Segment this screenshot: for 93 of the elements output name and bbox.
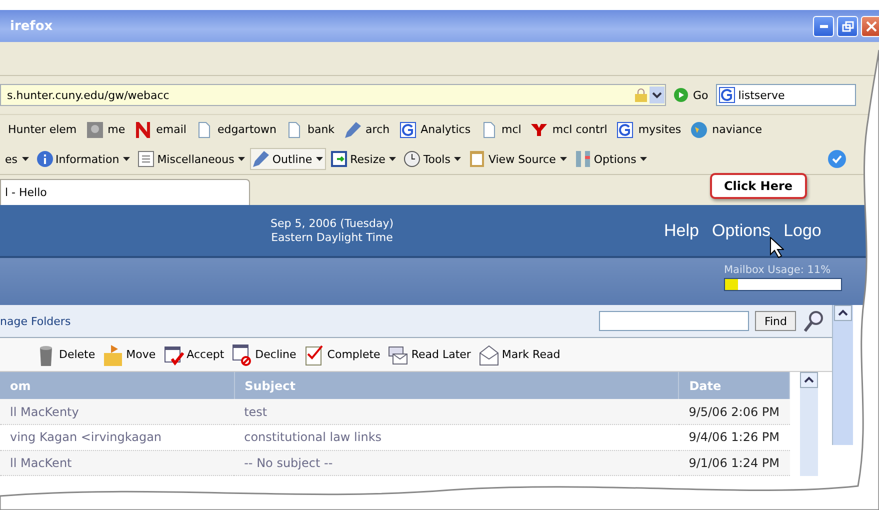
address-field[interactable]: s.hunter.cuny.edu/gw/webacc [0, 84, 666, 106]
bookmark-link[interactable]: Analytics [420, 123, 471, 136]
bookmark-link[interactable]: mcl contrl [552, 123, 608, 136]
dropdown-caret-icon[interactable] [123, 157, 130, 161]
header-link[interactable]: Logo [784, 220, 822, 240]
open-envelope-icon [478, 344, 499, 366]
toolbar-menu[interactable]: Options [572, 148, 650, 170]
action-button[interactable]: Complete [302, 344, 382, 366]
action-button[interactable]: Delete [34, 344, 98, 366]
scroll-up-icon[interactable] [834, 305, 852, 321]
minimize-icon [820, 24, 828, 28]
restore-icon [842, 20, 854, 32]
check-circle-icon[interactable] [828, 150, 846, 168]
toolbar-menu[interactable]: View Source [466, 148, 570, 170]
manage-folders-link[interactable]: nage Folders [0, 314, 71, 328]
g-logo-icon [719, 87, 736, 103]
clipboard-icon[interactable] [469, 151, 486, 167]
toolbar-menu[interactable]: Information [34, 148, 134, 170]
mouse-cursor-icon [770, 237, 784, 258]
g-logo-icon[interactable] [617, 122, 634, 138]
date-text: Sep 5, 2006 (Tuesday) [270, 216, 394, 230]
action-button[interactable]: Mark Read [476, 344, 562, 366]
page-icon[interactable] [480, 122, 497, 138]
list-icon[interactable] [138, 151, 154, 167]
toolbar-menu[interactable]: Outline [250, 148, 326, 170]
action-button[interactable]: Move [101, 344, 158, 366]
pencil-icon[interactable] [344, 122, 361, 138]
find-button[interactable]: Find [755, 311, 796, 331]
bookmark-link[interactable]: email [156, 123, 186, 136]
close-button[interactable] [861, 16, 879, 36]
bars-icon[interactable] [574, 151, 591, 167]
table-cell: ll MacKent [0, 450, 234, 476]
table-cell: 9/5/06 2:06 PM [678, 399, 790, 425]
dropdown-caret-icon[interactable] [389, 157, 396, 161]
globe-icon[interactable] [691, 122, 708, 138]
g-logo-icon[interactable] [400, 122, 416, 138]
play-icon [674, 88, 688, 102]
table-cell: -- No subject -- [234, 450, 679, 476]
find-field[interactable] [599, 311, 750, 331]
bookmark-link[interactable]: edgartown [217, 123, 276, 136]
mailbox-usage-label: Mailbox Usage: 11% [724, 264, 831, 276]
page-icon[interactable] [196, 122, 212, 138]
calendar-check-icon [164, 344, 184, 366]
timezone-text: Eastern Daylight Time [271, 230, 393, 244]
search-icon[interactable] [804, 310, 824, 332]
table-cell: 9/1/06 1:24 PM [678, 450, 790, 476]
window-title: irefox [10, 18, 54, 34]
bookmark-link[interactable]: naviance [712, 123, 762, 136]
dropdown-caret-icon[interactable] [238, 157, 246, 161]
go-button[interactable]: Go [674, 88, 708, 102]
action-button[interactable]: Decline [230, 344, 298, 366]
dropdown-caret-icon[interactable] [560, 157, 567, 161]
restore-button[interactable] [837, 16, 858, 36]
checklist-icon [304, 344, 324, 366]
bookmark-link[interactable]: arch [366, 123, 390, 136]
close-icon [866, 20, 877, 32]
toolbar-menu[interactable]: es [2, 150, 32, 168]
window-icon[interactable] [331, 151, 348, 167]
envelopes-icon [388, 344, 408, 366]
toolbar-menu[interactable]: Miscellaneous [135, 148, 248, 170]
minimize-button[interactable] [813, 16, 834, 36]
scrollbar[interactable] [800, 372, 818, 476]
scrollbar[interactable] [832, 305, 853, 445]
dropdown-caret-icon[interactable] [316, 157, 324, 161]
callout-tooltip: Click Here [710, 173, 807, 199]
dropdown-caret-icon[interactable] [454, 157, 462, 161]
bookmark-link[interactable]: mcl [502, 123, 522, 136]
pencil-icon[interactable] [253, 151, 270, 167]
clock-icon[interactable] [404, 151, 420, 167]
calendar-cancel-icon [232, 344, 252, 366]
photo-thumbnail-icon[interactable] [86, 122, 103, 138]
bookmark-link[interactable]: Hunter elem [8, 123, 77, 136]
page-icon[interactable] [286, 122, 302, 138]
info-icon[interactable] [36, 151, 52, 167]
browser-tab[interactable]: l - Hello [0, 179, 250, 205]
bookmark-link[interactable]: bank [307, 123, 335, 136]
dropdown-caret-icon[interactable] [22, 157, 28, 161]
scroll-up-icon[interactable] [800, 372, 818, 388]
letter-n-icon[interactable] [135, 122, 152, 138]
toolbar-menu[interactable]: Resize [328, 148, 400, 170]
action-button[interactable]: Accept [162, 344, 226, 366]
padlock-icon [635, 88, 647, 102]
bookmark-link[interactable]: me [108, 123, 126, 136]
action-button[interactable]: Read Later [386, 344, 473, 366]
table-cell: test [234, 399, 679, 425]
bookmark-link[interactable]: mysites [638, 123, 682, 136]
header-link[interactable]: Options [712, 220, 771, 240]
dropdown-caret-icon[interactable] [640, 157, 648, 161]
header-link[interactable]: Help [664, 220, 699, 240]
search-field[interactable]: listserve [716, 84, 856, 106]
toolbar-menu[interactable]: Tools [401, 148, 464, 170]
folder-arrow-icon [103, 344, 124, 366]
table-cell: ll MacKenty [0, 399, 234, 425]
